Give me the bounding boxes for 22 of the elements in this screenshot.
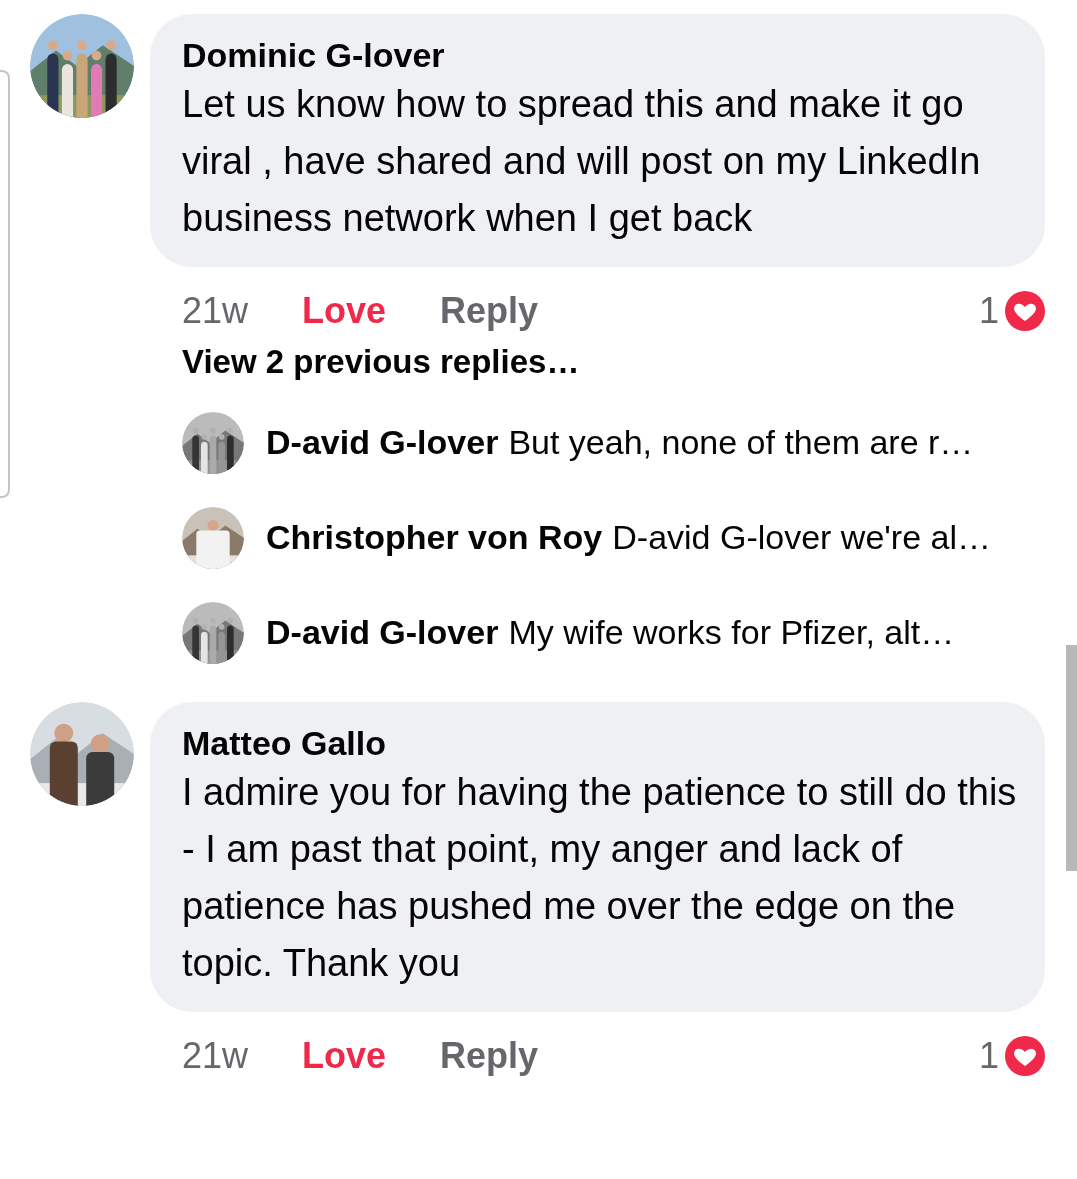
reaction-count: 1 [978, 1035, 999, 1077]
comment-text: I admire you for having the patience to still do this - I am past that point, my anger and lack of patience has pushed me over the edge on the topic. Thank you [182, 770, 1018, 986]
comment-author[interactable]: Matteo Gallo [182, 722, 1023, 764]
reply-link[interactable]: Reply [440, 290, 539, 332]
reply-text: My wife works for Pfizer, alt… [508, 613, 955, 652]
scrollbar[interactable] [1066, 645, 1077, 871]
reply-text: But yeah, none of them are r… [508, 423, 974, 462]
comment-text: Let us know how to spread this and make it go viral , have shared and will post on my LinkedIn business network when I get back [182, 82, 982, 241]
reply-author[interactable]: D-avid G-lover [266, 423, 499, 462]
reply-author[interactable]: Christopher von Roy [266, 518, 603, 557]
reply-author[interactable]: D-avid G-lover [266, 613, 499, 652]
comment-time: 21w [182, 1035, 249, 1077]
reaction-count: 1 [978, 290, 999, 332]
heart-reaction-icon [1005, 291, 1045, 331]
comment-time: 21w [182, 290, 249, 332]
love-link[interactable]: Love [302, 290, 387, 332]
love-link[interactable]: Love [302, 1035, 387, 1077]
heart-reaction-icon [1005, 1036, 1045, 1076]
reply-link[interactable]: Reply [440, 1035, 539, 1077]
comment-author[interactable]: Dominic G-lover [182, 34, 1023, 76]
view-previous-replies-link[interactable]: View 2 previous replies… [150, 343, 1045, 381]
reply-text: D-avid G-lover we're al… [612, 518, 991, 557]
